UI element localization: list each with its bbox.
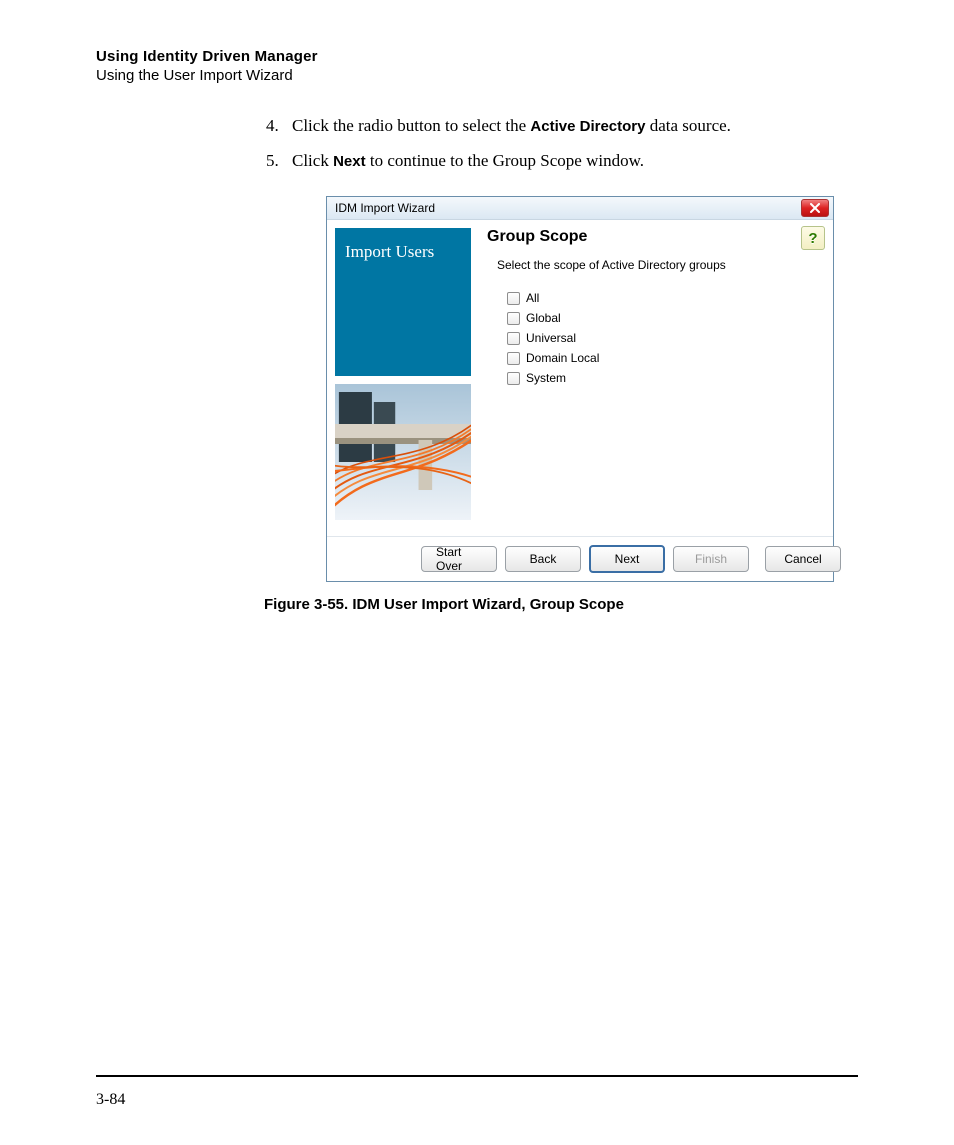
scope-option[interactable]: Domain Local: [507, 348, 823, 368]
footer-rule: [96, 1075, 858, 1077]
step-list: 4. Click the radio button to select the …: [266, 112, 818, 174]
step-item: 4. Click the radio button to select the …: [266, 112, 818, 139]
wizard-sidebar: Import Users: [327, 220, 479, 536]
wizard-dialog: IDM Import Wizard Import Users: [326, 196, 834, 582]
page-header: Using Identity Driven Manager Using the …: [96, 48, 858, 84]
scope-option-label: System: [526, 371, 566, 385]
wizard-titlebar: IDM Import Wizard: [327, 197, 833, 220]
finish-button: Finish: [673, 546, 749, 572]
header-subtitle: Using the User Import Wizard: [96, 67, 858, 84]
wizard-main: Group Scope ? Select the scope of Active…: [479, 220, 833, 536]
close-button[interactable]: [801, 199, 829, 217]
scope-option[interactable]: Universal: [507, 328, 823, 348]
step-text: Click the radio button to select the Act…: [292, 112, 731, 139]
start-over-button[interactable]: Start Over: [421, 546, 497, 572]
scope-option-label: All: [526, 291, 539, 305]
header-title: Using Identity Driven Manager: [96, 48, 858, 65]
scope-option-label: Domain Local: [526, 351, 599, 365]
page-number: 3-84: [96, 1091, 125, 1109]
step-item: 5. Click Next to continue to the Group S…: [266, 147, 818, 174]
cancel-button[interactable]: Cancel: [765, 546, 841, 572]
back-button[interactable]: Back: [505, 546, 581, 572]
group-scope-title: Group Scope: [487, 228, 823, 246]
step-text: Click Next to continue to the Group Scop…: [292, 147, 644, 174]
checkbox-icon[interactable]: [507, 352, 520, 365]
scope-option-label: Global: [526, 311, 561, 325]
next-button[interactable]: Next: [589, 545, 665, 573]
scope-option[interactable]: System: [507, 368, 823, 388]
wizard-title: IDM Import Wizard: [335, 201, 435, 215]
checkbox-icon[interactable]: [507, 312, 520, 325]
step-number: 4.: [266, 112, 292, 139]
close-icon: [809, 203, 821, 213]
scope-option[interactable]: Global: [507, 308, 823, 328]
help-button[interactable]: ?: [801, 226, 825, 250]
sidebar-banner-label: Import Users: [345, 242, 434, 262]
wizard-button-bar: Start Over Back Next Finish Cancel: [327, 536, 833, 581]
figure-caption: Figure 3-55. IDM User Import Wizard, Gro…: [264, 596, 858, 613]
scope-option[interactable]: All: [507, 288, 823, 308]
scope-options: All Global Universal Domain Local: [507, 288, 823, 388]
group-scope-description: Select the scope of Active Directory gro…: [497, 258, 823, 272]
checkbox-icon[interactable]: [507, 372, 520, 385]
sidebar-image: [335, 384, 471, 520]
help-icon: ?: [808, 230, 817, 247]
checkbox-icon[interactable]: [507, 332, 520, 345]
sidebar-banner: Import Users: [335, 228, 471, 376]
step-number: 5.: [266, 147, 292, 174]
scope-option-label: Universal: [526, 331, 576, 345]
checkbox-icon[interactable]: [507, 292, 520, 305]
